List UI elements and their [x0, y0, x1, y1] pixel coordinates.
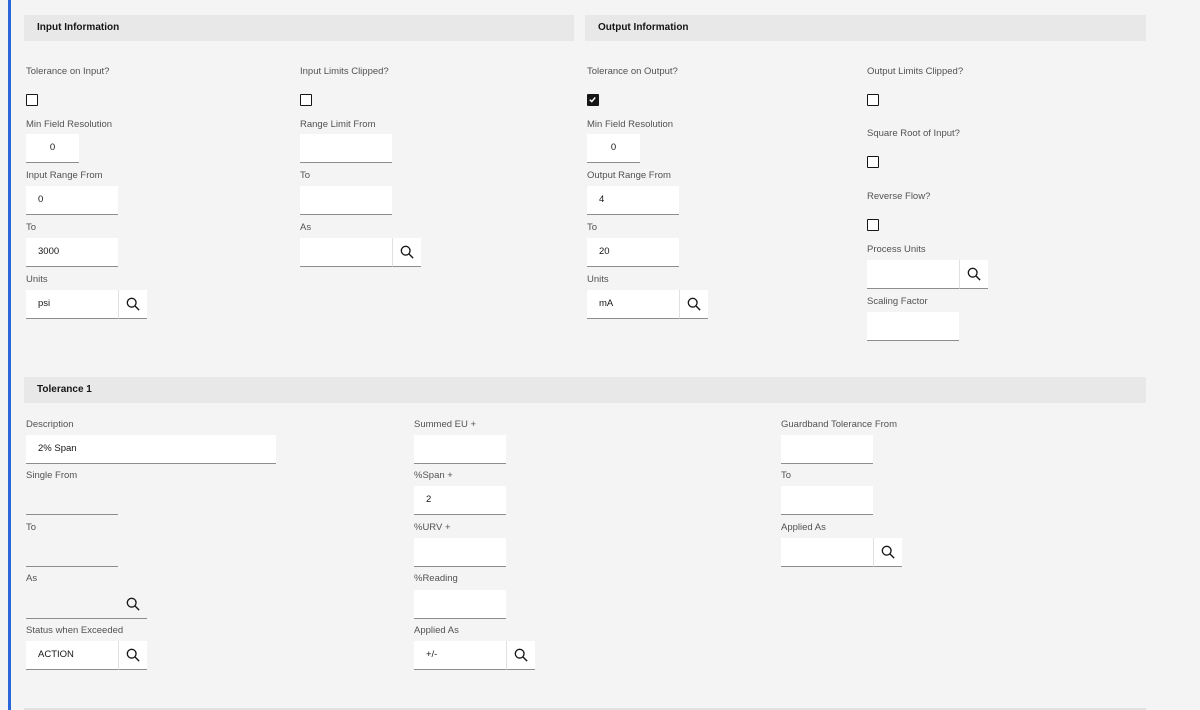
output-range-from-input[interactable]: 4 — [587, 186, 679, 215]
applied-as-label: Applied As — [414, 625, 459, 636]
guardband-tolerance-to-label: To — [781, 470, 792, 481]
input-limits-clipped-label: Input Limits Clipped? — [300, 66, 389, 77]
summed-eu-label: Summed EU + — [414, 419, 477, 430]
range-limit-from-label: Range Limit From — [300, 119, 376, 130]
input-units-lookup-button[interactable] — [118, 290, 147, 319]
process-units-lookup-button[interactable] — [959, 260, 988, 289]
output-min-field-resolution-input[interactable]: 0 — [587, 134, 640, 163]
tolerance-on-input-checkbox[interactable] — [26, 94, 38, 106]
range-limit-to-label: To — [300, 170, 311, 181]
scaling-factor-input[interactable] — [867, 312, 959, 341]
input-range-from-input[interactable]: 0 — [26, 186, 118, 215]
input-range-to-input[interactable]: 3000 — [26, 238, 118, 267]
output-units-input[interactable]: mA — [587, 290, 679, 319]
single-as-input[interactable] — [26, 590, 118, 619]
tolerance-1-header: Tolerance 1 — [24, 377, 1146, 403]
range-limit-as-lookup-button[interactable] — [392, 238, 421, 267]
checkmark-icon — [589, 97, 596, 103]
search-icon — [881, 545, 895, 559]
left-accent-bar — [8, 0, 11, 710]
reading-percent-label: %Reading — [414, 573, 458, 584]
search-icon — [514, 648, 528, 662]
input-units-input[interactable]: psi — [26, 290, 118, 319]
min-field-resolution-input[interactable]: 0 — [26, 134, 79, 163]
reading-percent-input[interactable] — [414, 590, 506, 619]
input-range-from-label: Input Range From — [26, 170, 103, 181]
tolerance-on-output-label: Tolerance on Output? — [587, 66, 678, 77]
output-information-header: Output Information — [585, 15, 1146, 41]
single-as-label: As — [26, 573, 38, 584]
guardband-tolerance-to-input[interactable] — [781, 486, 873, 515]
output-min-field-resolution-label: Min Field Resolution — [587, 119, 674, 130]
single-to-label: To — [26, 522, 37, 533]
output-information-title: Output Information — [598, 22, 689, 33]
applied-as-input[interactable]: +/- — [414, 641, 506, 670]
status-when-exceeded-lookup-button[interactable] — [118, 641, 147, 670]
range-limit-from-input[interactable] — [300, 134, 392, 163]
urv-percent-label: %URV + — [414, 522, 451, 533]
single-to-input[interactable] — [26, 538, 118, 567]
input-information-header: Input Information — [24, 15, 574, 41]
input-range-to-label: To — [26, 222, 37, 233]
search-icon — [400, 245, 414, 259]
description-label: Description — [26, 419, 74, 430]
output-range-to-label: To — [587, 222, 598, 233]
span-percent-label: %Span + — [414, 470, 453, 481]
scaling-factor-label: Scaling Factor — [867, 296, 928, 307]
square-root-of-input-label: Square Root of Input? — [867, 128, 960, 139]
search-icon — [126, 597, 140, 611]
output-range-from-label: Output Range From — [587, 170, 671, 181]
range-limit-as-input[interactable] — [300, 238, 392, 267]
tolerance-on-output-checkbox[interactable] — [587, 94, 599, 106]
tolerance-on-input-label: Tolerance on Input? — [26, 66, 110, 77]
process-units-label: Process Units — [867, 244, 926, 255]
output-units-lookup-button[interactable] — [679, 290, 708, 319]
search-icon — [967, 267, 981, 281]
reverse-flow-label: Reverse Flow? — [867, 191, 931, 202]
search-icon — [126, 648, 140, 662]
output-range-to-input[interactable]: 20 — [587, 238, 679, 267]
single-from-label: Single From — [26, 470, 78, 481]
reverse-flow-checkbox[interactable] — [867, 219, 879, 231]
output-limits-clipped-label: Output Limits Clipped? — [867, 66, 964, 77]
guardband-tolerance-from-input[interactable] — [781, 435, 873, 464]
output-limits-clipped-checkbox[interactable] — [867, 94, 879, 106]
input-units-label: Units — [26, 274, 48, 285]
search-icon — [126, 297, 140, 311]
range-limit-to-input[interactable] — [300, 186, 392, 215]
range-limit-as-label: As — [300, 222, 312, 233]
process-units-input[interactable] — [867, 260, 959, 289]
single-from-input[interactable] — [26, 486, 118, 515]
single-as-lookup-button[interactable] — [118, 590, 147, 619]
guardband-applied-as-label: Applied As — [781, 522, 826, 533]
applied-as-lookup-button[interactable] — [506, 641, 535, 670]
guardband-tolerance-from-label: Guardband Tolerance From — [781, 419, 897, 430]
guardband-applied-as-input[interactable] — [781, 538, 873, 567]
urv-percent-input[interactable] — [414, 538, 506, 567]
output-units-label: Units — [587, 274, 609, 285]
guardband-applied-as-lookup-button[interactable] — [873, 538, 902, 567]
summed-eu-input[interactable] — [414, 435, 506, 464]
input-information-title: Input Information — [37, 22, 120, 33]
span-percent-input[interactable]: 2 — [414, 486, 506, 515]
input-limits-clipped-checkbox[interactable] — [300, 94, 312, 106]
description-input[interactable]: 2% Span — [26, 435, 276, 464]
square-root-of-input-checkbox[interactable] — [867, 156, 879, 168]
min-field-resolution-label: Min Field Resolution — [26, 119, 113, 130]
status-when-exceeded-input[interactable]: ACTION — [26, 641, 118, 670]
status-when-exceeded-label: Status when Exceeded — [26, 625, 124, 636]
tolerance-1-title: Tolerance 1 — [37, 384, 92, 395]
search-icon — [687, 297, 701, 311]
